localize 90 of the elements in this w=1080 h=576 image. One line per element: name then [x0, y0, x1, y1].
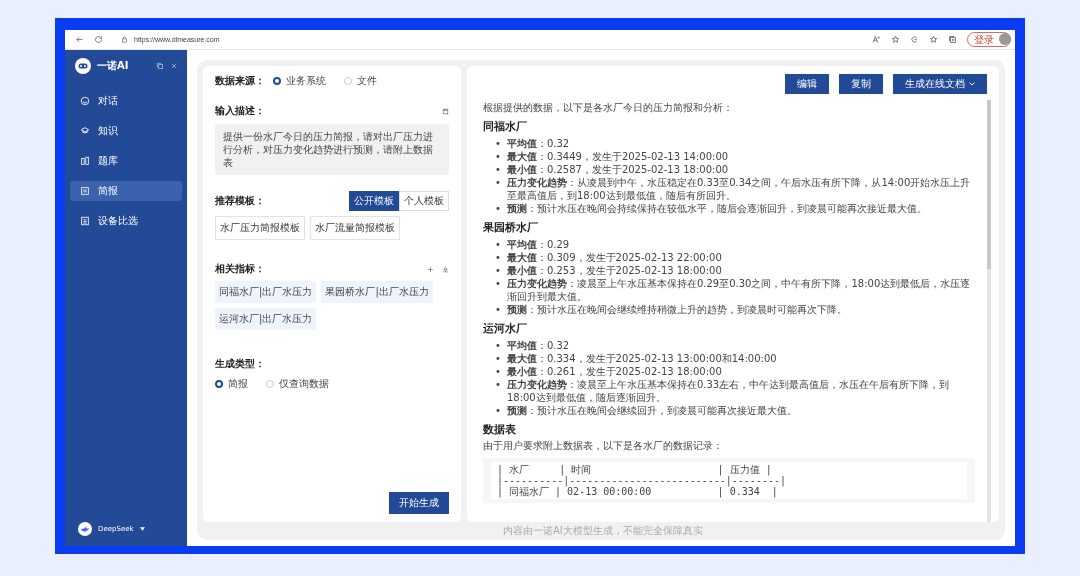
bullet-item: 最小值：0.2587，发生于2025-02-13 18:00:00 — [506, 163, 730, 176]
upload-icon[interactable] — [442, 265, 449, 273]
bullet-item: 最大值：0.309，发生于2025-02-13 22:00:00 — [506, 251, 723, 264]
indicator-tag: 果园桥水厂|出厂水压力 — [321, 281, 433, 303]
section-heading: 果园桥水厂 — [483, 221, 539, 235]
template-tab[interactable]: 个人模板 — [399, 191, 449, 211]
table-line: |----------|--------------------------|--------| — [497, 475, 787, 486]
caret-down-icon[interactable] — [139, 527, 145, 531]
bullet-item: 压力变化趋势：凌晨至上午水压基本保持在0.33左右，中午达到最高值后，水压在午后有所下降，到18:00达到最低值，随后逐渐回升。 — [506, 378, 951, 404]
bullet-item: 预测：预计水压在晚间会继续回升，到凌晨可能再次接近最大值。 — [506, 404, 798, 417]
radio-button[interactable] — [273, 77, 281, 85]
bullet-item: 预测：预计水压在晚间会继续维持稍微上升的趋势，到凌晨时可能再次下降。 — [506, 303, 848, 316]
bullet-marker: • — [495, 163, 501, 176]
bullet-marker: • — [495, 404, 501, 417]
field-label: 推荐模板： — [215, 194, 265, 208]
radio-label: 文件 — [357, 74, 377, 88]
section-heading: 同福水厂 — [483, 120, 528, 134]
radio-label: 仅查询数据 — [279, 377, 329, 391]
radio-label: 简报 — [228, 377, 248, 391]
read-aloud-icon[interactable] — [872, 35, 881, 44]
action-button[interactable]: 生成在线文档 — [893, 74, 987, 94]
sidebar-item[interactable]: 题库 — [70, 151, 182, 171]
save-icon[interactable] — [442, 107, 449, 115]
scrollbar-thumb[interactable] — [987, 100, 991, 269]
bullet-item: 平均值：0.32 — [506, 137, 571, 150]
intro-text: 根据提供的数据，以下是各水厂今日的压力简报和分析： — [483, 102, 734, 114]
bullet-item: 最大值：0.334，发生于2025-02-13 13:00:00和14:00:00 — [506, 352, 778, 365]
bullet-marker: • — [495, 277, 501, 291]
plus-icon[interactable] — [427, 265, 434, 273]
bullet-marker: • — [495, 339, 501, 352]
table-line: | 水厂 | 时间 | 压力值 | — [497, 464, 772, 475]
bullet-marker: • — [495, 251, 501, 264]
list-icon — [80, 216, 90, 226]
back-icon[interactable] — [75, 35, 84, 44]
radio-label: 业务系统 — [286, 74, 326, 88]
table-line: | 同福水厂 | 02-13 00:00:00 | 0.334 | — [497, 486, 778, 497]
bullet-marker: • — [495, 202, 501, 215]
login-button[interactable]: 登录 — [967, 32, 1011, 47]
avatar-icon — [999, 33, 1011, 45]
indicator-tag: 运河水厂|出厂水压力 — [215, 308, 317, 330]
bullet-marker: • — [495, 303, 501, 316]
close-icon[interactable] — [170, 62, 178, 70]
document-icon — [80, 186, 90, 196]
bullet-marker: • — [495, 137, 501, 150]
favorites-icon[interactable] — [929, 35, 938, 44]
bullet-marker: • — [495, 176, 501, 190]
scrollbar-track[interactable] — [987, 100, 991, 522]
radio-button[interactable] — [215, 380, 223, 388]
graduation-cap-icon — [80, 126, 90, 136]
field-label: 输入描述： — [215, 104, 265, 118]
app-name: 一诺AI — [97, 59, 130, 73]
start-generate-button[interactable]: 开始生成 — [389, 492, 449, 514]
indicator-tag: 同福水厂|出厂水压力 — [215, 281, 317, 303]
bullet-marker: • — [495, 150, 501, 163]
action-button[interactable]: 编辑 — [785, 74, 829, 94]
field-label: 数据来源： — [215, 74, 265, 88]
template-tab[interactable]: 公开模板 — [349, 191, 399, 211]
bullet-marker: • — [495, 264, 501, 277]
field-label: 生成类型： — [215, 358, 265, 369]
bullet-marker: • — [495, 378, 501, 392]
sidebar-item[interactable]: 简报 — [70, 181, 182, 201]
sidebar-item[interactable]: 对话 — [70, 91, 182, 111]
bullet-item: 最小值：0.253，发生于2025-02-13 18:00:00 — [506, 264, 723, 277]
bullet-item: 平均值：0.32 — [506, 339, 571, 352]
bullet-item: 压力变化趋势：从凌晨到中午，水压稳定在0.33至0.34之间，午后水压有所下降，从14:00开始水压上升至最高值后，到18:00达到最低值，随后有所回升。 — [506, 176, 972, 202]
bullet-item: 预测：预计水压在晚间会持续保持在较低水平，随后会逐渐回升，到凌晨可能再次接近最大值。 — [506, 202, 928, 215]
bullet-item: 最小值：0.261，发生于2025-02-13 18:00:00 — [506, 365, 723, 378]
sidebar-item[interactable]: 知识 — [70, 121, 182, 141]
section-heading: 数据表 — [483, 423, 517, 437]
lock-icon — [121, 36, 128, 43]
refresh-icon[interactable] — [94, 35, 103, 44]
action-button[interactable]: 复制 — [839, 74, 883, 94]
bullet-item: 压力变化趋势：凌晨至上午水压基本保持在0.29至0.30之间，中午有所下降，18:00达到最低后，水压逐渐回升到最大值。 — [506, 277, 972, 303]
description-field[interactable]: 提供一份水厂今日的压力简报，请对出厂压力进行分析，对压力变化趋势进行预测，请附上数据表 — [215, 124, 449, 175]
template-chip[interactable]: 水厂流量简报模板 — [310, 216, 400, 240]
table-intro-text: 由于用户要求附上数据表，以下是各水厂的数据记录： — [483, 440, 724, 452]
bullet-item: 最大值：0.3449，发生于2025-02-13 14:00:00 — [506, 150, 730, 163]
bullet-marker: • — [495, 352, 501, 365]
template-chip[interactable]: 水厂压力简报模板 — [215, 216, 305, 240]
bullet-item: 平均值：0.29 — [506, 238, 571, 251]
star-plus-icon[interactable] — [891, 35, 900, 44]
robot-logo-icon — [75, 58, 91, 74]
bullet-marker: • — [495, 238, 501, 251]
field-label: 相关指标： — [215, 262, 265, 276]
bullet-marker: • — [495, 365, 501, 378]
chat-icon — [80, 96, 90, 106]
section-heading: 运河水厂 — [483, 322, 528, 336]
collections-icon[interactable] — [948, 35, 957, 44]
copy-icon[interactable] — [156, 62, 164, 70]
sidebar-item[interactable]: 设备比选 — [70, 211, 182, 231]
